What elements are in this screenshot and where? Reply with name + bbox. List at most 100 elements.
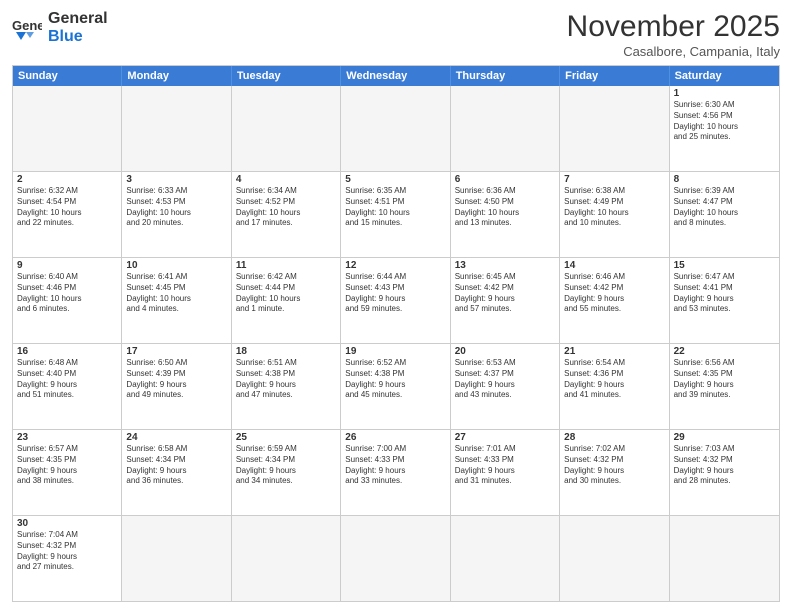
month-title: November 2025 <box>567 10 780 44</box>
cal-row-5: 30Sunrise: 7:04 AM Sunset: 4:32 PM Dayli… <box>13 515 779 601</box>
cell-info: Sunrise: 6:54 AM Sunset: 4:36 PM Dayligh… <box>564 358 664 401</box>
logo-icon: General <box>12 14 42 42</box>
header-saturday: Saturday <box>670 66 779 86</box>
day-number: 2 <box>17 174 117 185</box>
cal-cell-r1-c4: 6Sunrise: 6:36 AM Sunset: 4:50 PM Daylig… <box>451 172 560 257</box>
day-number: 6 <box>455 174 555 185</box>
subtitle: Casalbore, Campania, Italy <box>567 44 780 59</box>
header-wednesday: Wednesday <box>341 66 450 86</box>
cell-info: Sunrise: 6:44 AM Sunset: 4:43 PM Dayligh… <box>345 272 445 315</box>
header: General General Blue November 2025 Casal… <box>12 10 780 59</box>
cell-info: Sunrise: 6:51 AM Sunset: 4:38 PM Dayligh… <box>236 358 336 401</box>
cal-cell-r1-c6: 8Sunrise: 6:39 AM Sunset: 4:47 PM Daylig… <box>670 172 779 257</box>
day-number: 17 <box>126 346 226 357</box>
day-number: 18 <box>236 346 336 357</box>
day-number: 23 <box>17 432 117 443</box>
cell-info: Sunrise: 6:39 AM Sunset: 4:47 PM Dayligh… <box>674 186 775 229</box>
header-friday: Friday <box>560 66 669 86</box>
day-number: 29 <box>674 432 775 443</box>
day-number: 5 <box>345 174 445 185</box>
page: General General Blue November 2025 Casal… <box>0 0 792 612</box>
day-number: 14 <box>564 260 664 271</box>
cell-info: Sunrise: 6:32 AM Sunset: 4:54 PM Dayligh… <box>17 186 117 229</box>
cal-cell-r2-c2: 11Sunrise: 6:42 AM Sunset: 4:44 PM Dayli… <box>232 258 341 343</box>
day-number: 20 <box>455 346 555 357</box>
cal-cell-r0-c3 <box>341 86 450 171</box>
cell-info: Sunrise: 7:02 AM Sunset: 4:32 PM Dayligh… <box>564 444 664 487</box>
cal-cell-r4-c2: 25Sunrise: 6:59 AM Sunset: 4:34 PM Dayli… <box>232 430 341 515</box>
cal-cell-r0-c1 <box>122 86 231 171</box>
cal-cell-r4-c0: 23Sunrise: 6:57 AM Sunset: 4:35 PM Dayli… <box>13 430 122 515</box>
cell-info: Sunrise: 6:47 AM Sunset: 4:41 PM Dayligh… <box>674 272 775 315</box>
cal-cell-r3-c5: 21Sunrise: 6:54 AM Sunset: 4:36 PM Dayli… <box>560 344 669 429</box>
cal-cell-r3-c3: 19Sunrise: 6:52 AM Sunset: 4:38 PM Dayli… <box>341 344 450 429</box>
cell-info: Sunrise: 7:00 AM Sunset: 4:33 PM Dayligh… <box>345 444 445 487</box>
cell-info: Sunrise: 6:38 AM Sunset: 4:49 PM Dayligh… <box>564 186 664 229</box>
calendar-body: 1Sunrise: 6:30 AM Sunset: 4:56 PM Daylig… <box>13 86 779 601</box>
cell-info: Sunrise: 6:45 AM Sunset: 4:42 PM Dayligh… <box>455 272 555 315</box>
cal-cell-r2-c0: 9Sunrise: 6:40 AM Sunset: 4:46 PM Daylig… <box>13 258 122 343</box>
cal-cell-r3-c0: 16Sunrise: 6:48 AM Sunset: 4:40 PM Dayli… <box>13 344 122 429</box>
cell-info: Sunrise: 6:41 AM Sunset: 4:45 PM Dayligh… <box>126 272 226 315</box>
cal-row-3: 16Sunrise: 6:48 AM Sunset: 4:40 PM Dayli… <box>13 343 779 429</box>
day-number: 10 <box>126 260 226 271</box>
day-number: 11 <box>236 260 336 271</box>
cell-info: Sunrise: 6:34 AM Sunset: 4:52 PM Dayligh… <box>236 186 336 229</box>
cal-cell-r5-c1 <box>122 516 231 601</box>
calendar: Sunday Monday Tuesday Wednesday Thursday… <box>12 65 780 602</box>
day-number: 15 <box>674 260 775 271</box>
day-number: 3 <box>126 174 226 185</box>
cal-cell-r5-c0: 30Sunrise: 7:04 AM Sunset: 4:32 PM Dayli… <box>13 516 122 601</box>
cell-info: Sunrise: 6:36 AM Sunset: 4:50 PM Dayligh… <box>455 186 555 229</box>
cell-info: Sunrise: 7:04 AM Sunset: 4:32 PM Dayligh… <box>17 530 117 573</box>
cell-info: Sunrise: 6:42 AM Sunset: 4:44 PM Dayligh… <box>236 272 336 315</box>
cell-info: Sunrise: 6:33 AM Sunset: 4:53 PM Dayligh… <box>126 186 226 229</box>
day-number: 25 <box>236 432 336 443</box>
cal-cell-r2-c1: 10Sunrise: 6:41 AM Sunset: 4:45 PM Dayli… <box>122 258 231 343</box>
cal-cell-r5-c5 <box>560 516 669 601</box>
logo: General General Blue <box>12 10 108 45</box>
cal-cell-r2-c4: 13Sunrise: 6:45 AM Sunset: 4:42 PM Dayli… <box>451 258 560 343</box>
day-number: 24 <box>126 432 226 443</box>
cell-info: Sunrise: 6:59 AM Sunset: 4:34 PM Dayligh… <box>236 444 336 487</box>
day-number: 13 <box>455 260 555 271</box>
cell-info: Sunrise: 7:03 AM Sunset: 4:32 PM Dayligh… <box>674 444 775 487</box>
cell-info: Sunrise: 6:53 AM Sunset: 4:37 PM Dayligh… <box>455 358 555 401</box>
cal-cell-r1-c5: 7Sunrise: 6:38 AM Sunset: 4:49 PM Daylig… <box>560 172 669 257</box>
day-number: 27 <box>455 432 555 443</box>
header-thursday: Thursday <box>451 66 560 86</box>
day-number: 26 <box>345 432 445 443</box>
day-number: 21 <box>564 346 664 357</box>
day-number: 12 <box>345 260 445 271</box>
cal-cell-r2-c6: 15Sunrise: 6:47 AM Sunset: 4:41 PM Dayli… <box>670 258 779 343</box>
svg-text:General: General <box>12 18 42 33</box>
day-number: 22 <box>674 346 775 357</box>
cal-cell-r3-c4: 20Sunrise: 6:53 AM Sunset: 4:37 PM Dayli… <box>451 344 560 429</box>
cal-cell-r0-c5 <box>560 86 669 171</box>
cal-row-2: 9Sunrise: 6:40 AM Sunset: 4:46 PM Daylig… <box>13 257 779 343</box>
cal-cell-r5-c2 <box>232 516 341 601</box>
header-monday: Monday <box>122 66 231 86</box>
cal-cell-r1-c2: 4Sunrise: 6:34 AM Sunset: 4:52 PM Daylig… <box>232 172 341 257</box>
cell-info: Sunrise: 6:56 AM Sunset: 4:35 PM Dayligh… <box>674 358 775 401</box>
cell-info: Sunrise: 6:48 AM Sunset: 4:40 PM Dayligh… <box>17 358 117 401</box>
header-tuesday: Tuesday <box>232 66 341 86</box>
cell-info: Sunrise: 6:40 AM Sunset: 4:46 PM Dayligh… <box>17 272 117 315</box>
title-section: November 2025 Casalbore, Campania, Italy <box>567 10 780 59</box>
cal-cell-r4-c3: 26Sunrise: 7:00 AM Sunset: 4:33 PM Dayli… <box>341 430 450 515</box>
cell-info: Sunrise: 6:52 AM Sunset: 4:38 PM Dayligh… <box>345 358 445 401</box>
cell-info: Sunrise: 6:58 AM Sunset: 4:34 PM Dayligh… <box>126 444 226 487</box>
cal-cell-r3-c6: 22Sunrise: 6:56 AM Sunset: 4:35 PM Dayli… <box>670 344 779 429</box>
logo-blue: Blue <box>48 28 108 46</box>
cal-row-4: 23Sunrise: 6:57 AM Sunset: 4:35 PM Dayli… <box>13 429 779 515</box>
day-number: 9 <box>17 260 117 271</box>
cell-info: Sunrise: 6:57 AM Sunset: 4:35 PM Dayligh… <box>17 444 117 487</box>
cal-cell-r3-c2: 18Sunrise: 6:51 AM Sunset: 4:38 PM Dayli… <box>232 344 341 429</box>
cal-cell-r5-c6 <box>670 516 779 601</box>
day-number: 30 <box>17 518 117 529</box>
cal-cell-r1-c1: 3Sunrise: 6:33 AM Sunset: 4:53 PM Daylig… <box>122 172 231 257</box>
cell-info: Sunrise: 6:46 AM Sunset: 4:42 PM Dayligh… <box>564 272 664 315</box>
cell-info: Sunrise: 6:50 AM Sunset: 4:39 PM Dayligh… <box>126 358 226 401</box>
cell-info: Sunrise: 6:35 AM Sunset: 4:51 PM Dayligh… <box>345 186 445 229</box>
day-number: 16 <box>17 346 117 357</box>
